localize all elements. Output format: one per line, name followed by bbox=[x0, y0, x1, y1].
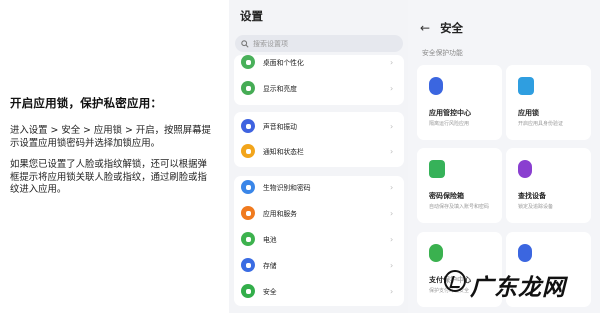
chevron-right-icon: › bbox=[390, 121, 394, 131]
card-app-control-center[interactable]: 应用管控中心 隔离运行风险应用 bbox=[417, 65, 502, 140]
settings-item-label: 应用和服务 bbox=[263, 210, 297, 218]
card-description: 锁定及追踪设备 bbox=[518, 204, 554, 210]
safe-box-icon bbox=[429, 160, 445, 178]
chevron-right-icon: › bbox=[390, 146, 394, 156]
payment-shield-icon bbox=[429, 244, 443, 262]
settings-group-1: 桌面和个性化 › 显示和亮度 › bbox=[234, 55, 404, 105]
settings-group-3: 生物识别和密码 › 应用和服务 › 电池 › 存储 › 安全 › bbox=[234, 176, 404, 306]
apps-icon bbox=[241, 206, 255, 220]
settings-group-2: 声音和振动 › 通知和状态栏 › bbox=[234, 112, 404, 167]
security-header: ← 安全 bbox=[420, 20, 463, 36]
settings-item-label: 声音和振动 bbox=[263, 123, 297, 131]
settings-item-label: 安全 bbox=[263, 288, 277, 296]
lock-icon bbox=[518, 77, 534, 95]
settings-item-display[interactable]: 显示和亮度 › bbox=[234, 77, 404, 99]
instruction-paragraph-2: 如果您已设置了人脸或指纹解锁，还可以根据弹框提示将应用锁关联人脸或指纹，通过刷脸… bbox=[10, 159, 207, 195]
chevron-right-icon: › bbox=[390, 260, 394, 270]
settings-item-label: 显示和亮度 bbox=[263, 85, 297, 93]
chevron-right-icon: › bbox=[390, 182, 394, 192]
chevron-right-icon: › bbox=[390, 57, 394, 67]
bell-icon bbox=[241, 144, 255, 158]
security-title: 安全 bbox=[440, 21, 464, 35]
card-title: 密码保险箱 bbox=[429, 192, 464, 200]
chevron-right-icon: › bbox=[390, 286, 394, 296]
card-title: 应用锁 bbox=[518, 109, 539, 117]
settings-item-label: 存储 bbox=[263, 262, 277, 270]
search-input[interactable] bbox=[253, 39, 393, 48]
settings-item-storage[interactable]: 存储 › bbox=[234, 254, 404, 276]
instruction-heading: 开启应用锁，保护私密应用： bbox=[10, 96, 163, 110]
card-description: 开启应用具身份验证 bbox=[518, 121, 564, 127]
settings-item-notifications[interactable]: 通知和状态栏 › bbox=[234, 140, 404, 162]
brightness-icon bbox=[241, 81, 255, 95]
card-description: 自动保存及填入账号和密码 bbox=[429, 204, 490, 210]
card-find-device[interactable]: 查找设备 锁定及追踪设备 bbox=[506, 148, 591, 223]
security-subtitle: 安全保护功能 bbox=[422, 49, 463, 57]
settings-item-label: 电池 bbox=[263, 236, 277, 244]
settings-item-battery[interactable]: 电池 › bbox=[234, 228, 404, 250]
card-title: 查找设备 bbox=[518, 192, 546, 200]
instruction-paragraph-1: 进入设置 > 安全 > 应用锁 > 开启，按照屏幕提示设置应用锁密码并选择加锁应… bbox=[10, 125, 211, 149]
settings-item-label: 桌面和个性化 bbox=[263, 59, 304, 67]
storage-icon bbox=[241, 258, 255, 272]
settings-panel: 设置 桌面和个性化 › 显示和亮度 › 声音和振动 › 通知和状态栏 › bbox=[229, 0, 409, 313]
user-shield-icon bbox=[518, 244, 532, 262]
shield-icon bbox=[429, 77, 443, 95]
settings-title: 设置 bbox=[240, 9, 263, 23]
card-app-lock[interactable]: 应用锁 开启应用具身份验证 bbox=[506, 65, 591, 140]
chevron-right-icon: › bbox=[390, 234, 394, 244]
watermark-logo-icon bbox=[444, 270, 466, 292]
key-icon bbox=[241, 180, 255, 194]
settings-item-sound[interactable]: 声音和振动 › bbox=[234, 115, 404, 137]
card-title: 应用管控中心 bbox=[429, 109, 471, 117]
settings-item-label: 通知和状态栏 bbox=[263, 148, 304, 156]
speaker-icon bbox=[241, 119, 255, 133]
location-pin-icon bbox=[518, 160, 532, 178]
settings-item-desktop[interactable]: 桌面和个性化 › bbox=[234, 51, 404, 73]
security-panel: ← 安全 安全保护功能 应用管控中心 隔离运行风险应用 应用锁 开启应用具身份验… bbox=[408, 0, 600, 313]
card-description: 隔离运行风险应用 bbox=[429, 121, 470, 127]
instruction-text: 开启应用锁，保护私密应用： 进入设置 > 安全 > 应用锁 > 开启，按照屏幕提… bbox=[10, 96, 215, 206]
back-arrow-icon[interactable]: ← bbox=[420, 22, 430, 34]
card-password-vault[interactable]: 密码保险箱 自动保存及填入账号和密码 bbox=[417, 148, 502, 223]
search-icon bbox=[241, 39, 249, 48]
settings-item-security[interactable]: 安全 › bbox=[234, 280, 404, 302]
battery-icon bbox=[241, 232, 255, 246]
watermark-text: 广东龙网 bbox=[470, 274, 566, 301]
search-bar[interactable] bbox=[235, 35, 403, 52]
settings-item-biometrics[interactable]: 生物识别和密码 › bbox=[234, 176, 404, 198]
settings-item-label: 生物识别和密码 bbox=[263, 184, 311, 192]
chevron-right-icon: › bbox=[390, 83, 394, 93]
shield-icon bbox=[241, 284, 255, 298]
palette-icon bbox=[241, 55, 255, 69]
settings-item-apps[interactable]: 应用和服务 › bbox=[234, 202, 404, 224]
chevron-right-icon: › bbox=[390, 208, 394, 218]
